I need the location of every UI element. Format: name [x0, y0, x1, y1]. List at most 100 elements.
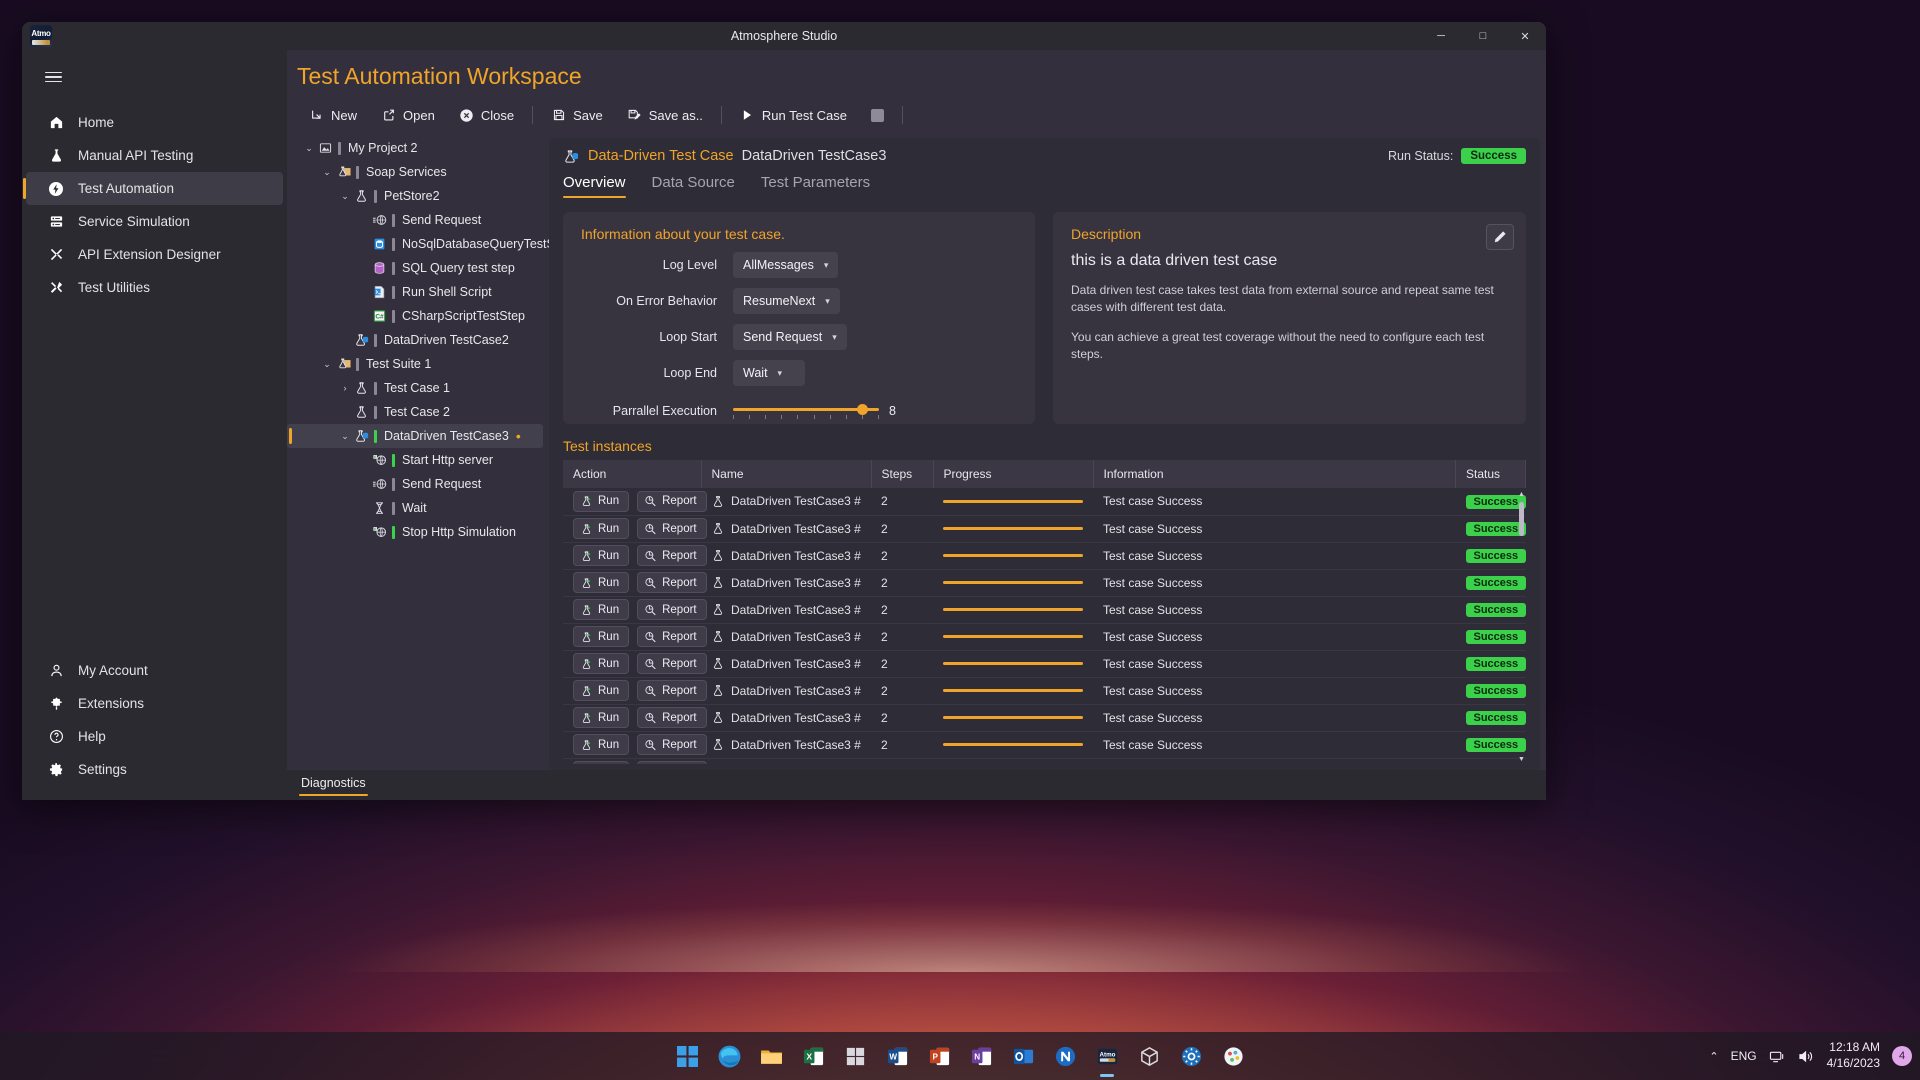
run-instance-button[interactable]: Run: [573, 599, 629, 620]
chevron-down-icon[interactable]: ⌄: [337, 431, 353, 442]
report-instance-button[interactable]: Report: [637, 545, 707, 566]
tree-node-petstore2[interactable]: ⌄ PetStore2: [287, 184, 543, 208]
new-button[interactable]: New: [297, 103, 369, 128]
report-instance-button[interactable]: Report: [637, 491, 707, 512]
edge-icon[interactable]: [712, 1039, 746, 1073]
project-tree[interactable]: ⌄ My Project 2 ⌄ Soap Services: [287, 132, 549, 770]
sidebar-item-manual-api-testing[interactable]: Manual API Testing: [26, 139, 283, 172]
tab-test-parameters[interactable]: Test Parameters: [761, 174, 870, 198]
loop-start-select[interactable]: Send Request ▾: [733, 324, 847, 350]
n-app-icon[interactable]: [1048, 1039, 1082, 1073]
tree-node-stop-http-simulation[interactable]: Stop Http Simulation: [287, 520, 543, 544]
log-level-select[interactable]: AllMessages ▾: [733, 252, 838, 278]
chevron-down-icon[interactable]: ⌄: [337, 191, 353, 202]
run-instance-button[interactable]: Run: [573, 734, 629, 755]
run-test-case-button[interactable]: Run Test Case: [728, 103, 859, 128]
run-instance-button[interactable]: Run: [573, 572, 629, 593]
sidebar-item-extensions[interactable]: Extensions: [26, 687, 283, 720]
store-icon[interactable]: [838, 1039, 872, 1073]
table-row[interactable]: RunReportDataDriven TestCase3 #14972Test…: [563, 677, 1526, 704]
clock[interactable]: 12:18 AM 4/16/2023: [1827, 1040, 1880, 1071]
run-instance-button[interactable]: Run: [573, 707, 629, 728]
volume-icon[interactable]: [1798, 1049, 1815, 1064]
save-as-button[interactable]: Save as..: [615, 103, 715, 128]
stop-button[interactable]: [859, 104, 896, 127]
tree-node-csharpscriptteststep[interactable]: C# CSharpScriptTestStep: [287, 304, 543, 328]
package-icon[interactable]: [1132, 1039, 1166, 1073]
table-row[interactable]: RunReportDataDriven TestCase3 #14952Test…: [563, 623, 1526, 650]
tree-node-send-request[interactable]: Send Request: [287, 208, 543, 232]
sidebar-item-api-extension-designer[interactable]: API Extension Designer: [26, 238, 283, 271]
outlook-icon[interactable]: [1006, 1039, 1040, 1073]
scroll-up-icon[interactable]: ▲: [1517, 490, 1526, 499]
table-row[interactable]: RunReportDataDriven TestCase3 #14942Test…: [563, 596, 1526, 623]
loop-end-select[interactable]: Wait ▾: [733, 360, 805, 386]
tree-node-run-shell-script[interactable]: Run Shell Script: [287, 280, 543, 304]
run-instance-button[interactable]: Run: [573, 491, 629, 512]
tree-node-nosqldatabasequeryteststep[interactable]: NoSqlDatabaseQueryTestStep: [287, 232, 543, 256]
report-instance-button[interactable]: Report: [637, 518, 707, 539]
close-button[interactable]: ✕: [1504, 22, 1546, 50]
excel-icon[interactable]: X: [796, 1039, 830, 1073]
close-document-button[interactable]: Close: [447, 103, 526, 128]
tree-node-test-suite-1[interactable]: ⌄ Test Suite 1: [287, 352, 543, 376]
tree-node-send-request-2[interactable]: Send Request: [287, 472, 543, 496]
table-row[interactable]: RunReportDataDriven TestCase3 #14982Test…: [563, 704, 1526, 731]
save-button[interactable]: Save: [539, 103, 615, 128]
report-instance-button[interactable]: Report: [637, 626, 707, 647]
tree-node-test-case-1[interactable]: › Test Case 1: [287, 376, 543, 400]
hamburger-icon[interactable]: [30, 58, 76, 96]
chevron-down-icon[interactable]: ⌄: [319, 359, 335, 370]
tree-node-datadriven-testcase2[interactable]: DataDriven TestCase2: [287, 328, 543, 352]
tree-node-start-http-server[interactable]: Start Http server: [287, 448, 543, 472]
report-instance-button[interactable]: Report: [637, 734, 707, 755]
open-button[interactable]: Open: [369, 103, 447, 128]
chevron-down-icon[interactable]: ⌄: [319, 167, 335, 178]
minimize-button[interactable]: ─: [1420, 22, 1462, 50]
scroll-down-icon[interactable]: ▼: [1517, 755, 1526, 764]
file-explorer-icon[interactable]: [754, 1039, 788, 1073]
show-hidden-icons-button[interactable]: ⌃: [1709, 1050, 1718, 1063]
table-row[interactable]: RunReportDataDriven TestCase3 #14932Test…: [563, 569, 1526, 596]
run-instance-button[interactable]: Run: [573, 680, 629, 701]
run-instance-button[interactable]: Run: [573, 761, 629, 764]
run-instance-button[interactable]: Run: [573, 653, 629, 674]
sidebar-item-test-utilities[interactable]: Test Utilities: [26, 271, 283, 304]
sidebar-item-test-automation[interactable]: Test Automation: [26, 172, 283, 205]
parallel-execution-slider[interactable]: [733, 400, 879, 422]
language-indicator[interactable]: ENG: [1731, 1049, 1757, 1063]
report-instance-button[interactable]: Report: [637, 680, 707, 701]
maximize-button[interactable]: □: [1462, 22, 1504, 50]
chevron-right-icon[interactable]: ›: [337, 383, 353, 393]
run-instance-button[interactable]: Run: [573, 518, 629, 539]
report-instance-button[interactable]: Report: [637, 572, 707, 593]
network-icon[interactable]: [1769, 1049, 1786, 1064]
onenote-icon[interactable]: N: [964, 1039, 998, 1073]
sidebar-item-help[interactable]: Help: [26, 720, 283, 753]
tree-node-test-case-2[interactable]: Test Case 2: [287, 400, 543, 424]
on-error-behavior-select[interactable]: ResumeNext ▾: [733, 288, 840, 314]
table-row[interactable]: RunReportDataDriven TestCase3 #14962Test…: [563, 650, 1526, 677]
settings-icon[interactable]: [1174, 1039, 1208, 1073]
table-row[interactable]: RunReportDataDriven TestCase3 #14912Test…: [563, 515, 1526, 542]
tab-diagnostics[interactable]: Diagnostics: [301, 776, 366, 796]
report-instance-button[interactable]: Report: [637, 707, 707, 728]
table-row[interactable]: RunReportDataDriven TestCase3 #15002Test…: [563, 758, 1526, 764]
report-instance-button[interactable]: Report: [637, 599, 707, 620]
table-scrollbar[interactable]: ▲ ▼: [1517, 490, 1526, 764]
report-instance-button[interactable]: Report: [637, 653, 707, 674]
paint-icon[interactable]: [1216, 1039, 1250, 1073]
edit-description-button[interactable]: [1486, 224, 1514, 250]
table-row[interactable]: RunReportDataDriven TestCase3 #14902Test…: [563, 488, 1526, 515]
atmosphere-studio-icon[interactable]: Atmo: [1090, 1039, 1124, 1073]
tree-node-wait[interactable]: Wait: [287, 496, 543, 520]
tab-data-source[interactable]: Data Source: [652, 174, 735, 198]
notification-badge[interactable]: 4: [1892, 1046, 1912, 1066]
tab-overview[interactable]: Overview: [563, 174, 626, 198]
scrollbar-thumb[interactable]: [1519, 502, 1524, 536]
powerpoint-icon[interactable]: P: [922, 1039, 956, 1073]
run-instance-button[interactable]: Run: [573, 545, 629, 566]
table-row[interactable]: RunReportDataDriven TestCase3 #14922Test…: [563, 542, 1526, 569]
tree-node-my-project-2[interactable]: ⌄ My Project 2: [287, 136, 543, 160]
table-row[interactable]: RunReportDataDriven TestCase3 #14992Test…: [563, 731, 1526, 758]
